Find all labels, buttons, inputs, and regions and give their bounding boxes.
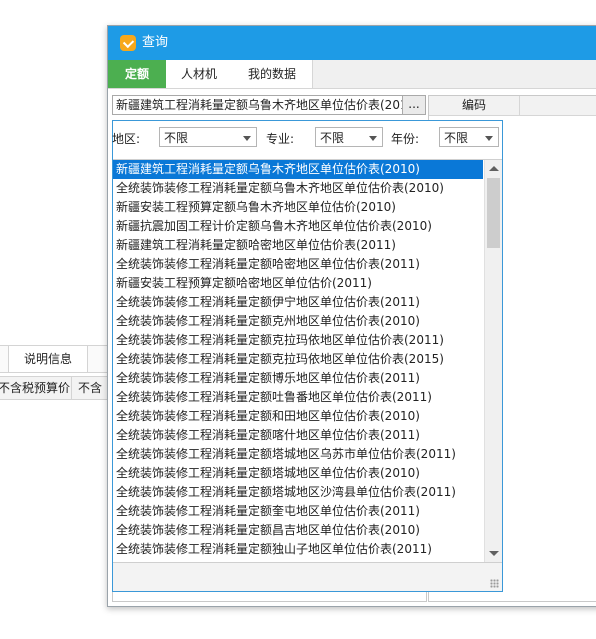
filter-bar: 地区: 不限 专业: 不限 年份: 不限 [112,121,502,155]
list-item[interactable]: 全统装饰装修工程消耗量定额吐鲁番地区单位估价表(2011) [113,388,483,407]
tab-labor-material-machine[interactable]: 人材机 [166,60,233,88]
list-item[interactable]: 全统装饰装修工程消耗量定额博乐地区单位估价表(2011) [113,369,483,388]
region-select-value: 不限 [164,131,189,145]
tab-description[interactable]: 说明信息 [8,346,88,372]
year-select-value: 不限 [444,131,469,145]
list-item[interactable]: 全统装饰装修工程消耗量定额和田地区单位估价表(2010) [113,407,483,426]
dialog-tabs: 定额 人材机 我的数据 [108,60,596,89]
tab-my-data[interactable]: 我的数据 [232,60,313,88]
list-item[interactable]: 新疆安装工程预算定额乌鲁木齐地区单位估价(2010) [113,198,483,217]
list-item[interactable]: 全统装饰装修工程消耗量定额克拉玛依地区单位估价表(2015) [113,350,483,369]
popup-footer [113,562,502,591]
region-select[interactable]: 不限 [159,127,257,147]
list-item[interactable]: 全统装饰装修工程消耗量定额哈密地区单位估价表(2011) [113,255,483,274]
column-header-pretax-price[interactable]: 不含税预算价 [0,377,72,399]
dialog-title: 查询 [142,35,169,50]
tab-quota[interactable]: 定额 [108,60,167,88]
vertical-scrollbar[interactable] [484,160,502,562]
browse-button[interactable]: ... [402,95,426,115]
background-column-header: 不含税预算价 不含 [0,376,119,400]
scrollbar-thumb[interactable] [487,178,500,248]
library-listbox[interactable]: 新疆建筑工程消耗量定额乌鲁木齐地区单位估价表(2010) 全统装饰装修工程消耗量定… [113,159,502,562]
list-item[interactable]: 新疆建筑工程消耗量定额乌鲁木齐地区单位估价表(2010) [113,160,483,179]
list-item[interactable]: 新疆建筑工程消耗量定额哈密地区单位估价表(2011) [113,236,483,255]
list-item[interactable]: 全统装饰装修工程消耗量定额独山子地区单位估价表(2011) [113,540,483,559]
left-panel-border [112,591,427,602]
major-label: 专业: [266,132,295,146]
list-item[interactable]: 新疆安装工程预算定额哈密地区单位估价(2011) [113,274,483,293]
year-select[interactable]: 不限 [439,127,499,147]
list-item[interactable]: 全统装饰装修工程消耗量定额塔城地区单位估价表(2010) [113,464,483,483]
results-grid-header: 编码 [429,96,596,116]
list-item[interactable]: 全统装饰装修工程消耗量定额昌吉地区单位估价表(2010) [113,521,483,540]
major-select[interactable]: 不限 [315,127,383,147]
resize-grip-icon[interactable] [490,579,499,588]
chevron-down-icon [485,136,493,141]
list-item[interactable]: 新疆抗震加固工程计价定额乌鲁木齐地区单位估价表(2010) [113,217,483,236]
list-item[interactable]: 全统装饰装修工程消耗量定额塔城地区沙湾县单位估价表(2011) [113,483,483,502]
query-dialog: 查询 定额 人材机 我的数据 新疆建筑工程消耗量定额乌鲁木齐地区单位估价表(20… [107,25,596,607]
region-label: 地区: [112,132,141,146]
dialog-titlebar[interactable]: 查询 [108,26,596,60]
list-item[interactable]: 全统装饰装修工程消耗量定额伊宁地区单位估价表(2011) [113,293,483,312]
background-tab-strip: 说明信息 [0,345,112,373]
list-item[interactable]: 全统装饰装修工程消耗量定额乌鲁木齐地区单位估价表(2010) [113,179,483,198]
major-select-value: 不限 [320,131,345,145]
quota-library-field[interactable]: 新疆建筑工程消耗量定额乌鲁木齐地区单位估价表(2010) [112,95,403,115]
arrow-up-icon [489,166,499,171]
column-header-code[interactable]: 编码 [429,96,520,115]
chevron-down-icon [243,136,251,141]
scroll-down-button[interactable] [485,545,502,562]
chevron-down-icon [369,136,377,141]
list-item[interactable]: 全统装饰装修工程消耗量定额克拉玛依地区单位估价表(2011) [113,331,483,350]
year-label: 年份: [391,132,420,146]
list-item[interactable]: 全统装饰装修工程消耗量定额塔城地区乌苏市单位估价表(2011) [113,445,483,464]
arrow-down-icon [489,551,499,556]
scroll-up-button[interactable] [485,160,502,177]
library-dropdown-popup: 地区: 不限 专业: 不限 年份: 不限 新疆建筑工程消耗量定额乌鲁木齐地区单位… [112,120,503,592]
app-logo-icon [120,35,136,51]
list-item[interactable]: 全统装饰装修工程消耗量定额喀什地区单位估价表(2011) [113,426,483,445]
library-list: 新疆建筑工程消耗量定额乌鲁木齐地区单位估价表(2010) 全统装饰装修工程消耗量定… [113,160,483,562]
list-item[interactable]: 全统装饰装修工程消耗量定额克州地区单位估价表(2010) [113,312,483,331]
list-item[interactable]: 全统装饰装修工程消耗量定额奎屯地区单位估价表(2011) [113,502,483,521]
